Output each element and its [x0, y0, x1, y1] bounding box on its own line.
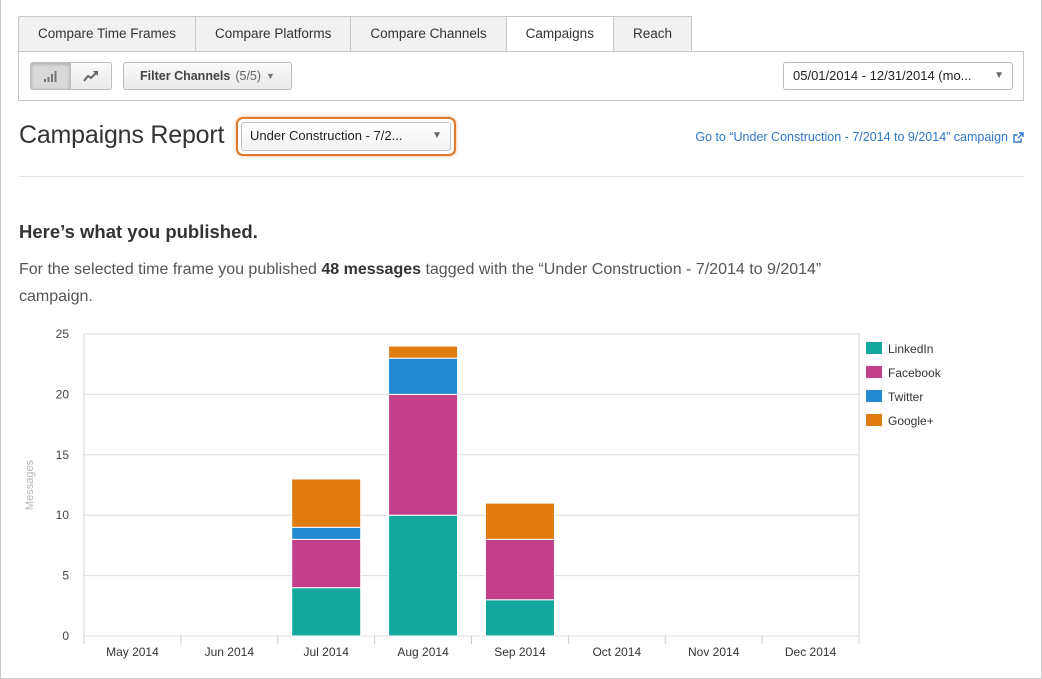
trend-view-button[interactable] — [71, 62, 112, 90]
y-tick-label: 20 — [56, 387, 70, 401]
date-range-value: 05/01/2014 - 12/31/2014 (mo... — [793, 68, 972, 83]
legend-swatch — [866, 342, 882, 354]
y-tick-label: 25 — [56, 327, 70, 341]
bar-segment — [291, 538, 362, 589]
page-title: Campaigns Report — [19, 121, 225, 149]
chart-svg: 0 5 10 15 20 25 Messages May 2014 Jun 2014 Jul 20… — [24, 327, 942, 659]
divider — [19, 176, 1024, 177]
filter-channels-count: (5/5) — [235, 69, 262, 83]
x-tick-label: Aug 2014 — [397, 645, 449, 659]
y-tick-label: 10 — [56, 508, 70, 522]
tab-compare-platforms[interactable]: Compare Platforms — [195, 16, 351, 52]
bar-segment — [291, 478, 362, 528]
bar-segment — [484, 538, 555, 601]
tab-compare-channels[interactable]: Compare Channels — [350, 16, 506, 52]
filter-channels-label: Filter Channels — [140, 69, 231, 83]
date-range-select[interactable]: 05/01/2014 - 12/31/2014 (mo... ▼ — [783, 62, 1013, 90]
legend-swatch — [866, 390, 882, 402]
campaign-select-highlight: Under Construction - 7/2... ▼ — [236, 117, 456, 156]
caret-down-icon: ▼ — [994, 70, 1004, 81]
legend-label: Twitter — [888, 390, 923, 404]
summary-prefix: For the selected time frame you publishe… — [19, 261, 322, 278]
x-tick-label: Jun 2014 — [205, 645, 255, 659]
toolbar: Filter Channels (5/5) ▼ 05/01/2014 - 12/… — [18, 51, 1024, 101]
summary-text: For the selected time frame you publishe… — [19, 256, 859, 310]
report-tabs: Compare Time Frames Compare Platforms Co… — [18, 16, 692, 52]
y-tick-label: 15 — [56, 448, 70, 462]
message-count: 48 messages — [321, 261, 422, 278]
bar-segment — [484, 502, 555, 540]
x-tick-label: Oct 2014 — [592, 645, 641, 659]
x-tick-label: Sep 2014 — [494, 645, 546, 659]
trend-line-icon — [83, 71, 98, 82]
bar-view-button[interactable] — [30, 62, 71, 90]
external-link-icon — [1013, 131, 1024, 143]
bar-segment — [388, 357, 459, 395]
tab-campaigns[interactable]: Campaigns — [505, 16, 613, 52]
y-tick-label: 5 — [62, 569, 69, 583]
caret-down-icon: ▼ — [432, 130, 442, 141]
filter-channels-button[interactable]: Filter Channels (5/5) ▼ — [123, 62, 292, 90]
campaign-chart: 0 5 10 15 20 25 Messages May 2014 Jun 2014 Jul 20… — [0, 315, 1042, 679]
campaign-link-text: Go to “Under Construction - 7/2014 to 9/… — [695, 130, 1008, 144]
plot-area — [83, 333, 860, 637]
bar-segment — [291, 526, 362, 540]
view-toggle — [30, 62, 112, 90]
campaign-select-value: Under Construction - 7/2... — [250, 128, 403, 143]
bar-segment — [388, 393, 459, 516]
x-tick-label: Jul 2014 — [304, 645, 350, 659]
x-tick-label: Dec 2014 — [785, 645, 837, 659]
x-tick-label: May 2014 — [106, 645, 159, 659]
legend-label: Facebook — [888, 366, 942, 380]
bar-segment — [291, 587, 362, 637]
y-axis-label: Messages — [24, 459, 36, 510]
campaign-link[interactable]: Go to “Under Construction - 7/2014 to 9/… — [695, 130, 1024, 144]
legend-swatch — [866, 366, 882, 378]
bar-segment — [388, 345, 459, 359]
tab-reach[interactable]: Reach — [612, 16, 692, 52]
bar-chart-icon — [43, 71, 56, 82]
section-heading: Here’s what you published. — [19, 221, 258, 242]
legend-swatch — [866, 414, 882, 426]
caret-down-icon: ▼ — [266, 71, 275, 81]
legend-label: Google+ — [888, 414, 934, 428]
tab-compare-time-frames[interactable]: Compare Time Frames — [18, 16, 196, 52]
bar-segment — [484, 599, 555, 637]
x-tick-label: Nov 2014 — [688, 645, 740, 659]
bar-segment — [388, 514, 459, 637]
y-tick-label: 0 — [62, 629, 69, 643]
campaign-select[interactable]: Under Construction - 7/2... ▼ — [241, 122, 451, 151]
legend-label: LinkedIn — [888, 342, 933, 356]
